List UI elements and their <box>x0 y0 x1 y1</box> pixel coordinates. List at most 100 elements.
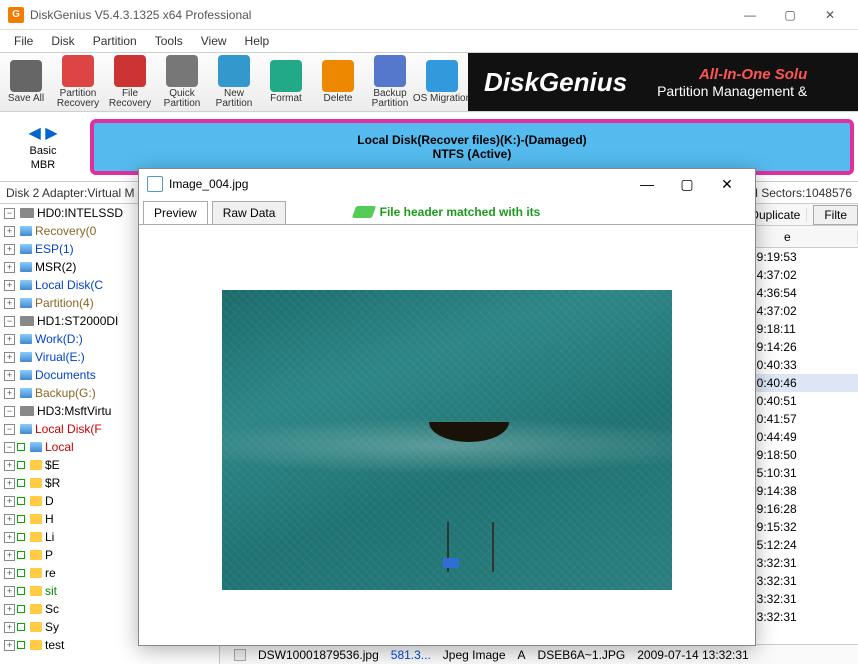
format-button[interactable]: Format <box>260 53 312 111</box>
expander-icon[interactable]: + <box>4 352 15 363</box>
expander-icon[interactable]: + <box>4 388 15 399</box>
expander-icon[interactable]: + <box>4 370 15 381</box>
expander-icon[interactable]: + <box>4 568 15 579</box>
preview-dialog: Image_004.jpg — ▢ ✕ File header matched … <box>138 168 756 646</box>
expander-icon[interactable]: + <box>4 622 15 633</box>
particon-icon <box>30 442 42 452</box>
file-time: 14:36:54 <box>750 286 830 300</box>
expander-icon[interactable]: + <box>4 460 15 471</box>
foldicon-icon <box>30 514 42 524</box>
save-all-button[interactable]: Save All <box>0 53 52 111</box>
minimize-button[interactable]: — <box>730 0 770 30</box>
foldicon-icon <box>30 568 42 578</box>
tree-label: Recovery(0 <box>35 224 96 238</box>
os-migration-icon <box>426 60 458 92</box>
expander-icon[interactable]: + <box>4 586 15 597</box>
sail <box>443 558 459 568</box>
expander-icon[interactable]: + <box>4 298 15 309</box>
tree-label: Partition(4) <box>35 296 94 310</box>
recover-checkbox[interactable] <box>17 623 25 631</box>
recover-checkbox[interactable] <box>17 641 25 649</box>
delete-button[interactable]: Delete <box>312 53 364 111</box>
recover-checkbox[interactable] <box>17 569 25 577</box>
expander-icon[interactable]: + <box>4 514 15 525</box>
expander-icon[interactable]: − <box>4 424 15 435</box>
recover-checkbox[interactable] <box>17 497 25 505</box>
file-time: 09:18:50 <box>750 448 830 462</box>
particon-icon <box>20 370 32 380</box>
expander-icon[interactable]: − <box>4 316 15 327</box>
expander-icon[interactable]: − <box>4 442 15 453</box>
preview-image <box>222 290 672 590</box>
expander-icon[interactable]: + <box>4 604 15 615</box>
os-migration-button[interactable]: OS Migration <box>416 53 468 111</box>
filter-button[interactable]: Filte <box>813 205 858 225</box>
expander-icon[interactable]: + <box>4 334 15 345</box>
file-recovery-button[interactable]: File Recovery <box>104 53 156 111</box>
recover-checkbox[interactable] <box>17 443 25 451</box>
file-time: 10:44:49 <box>750 430 830 444</box>
maximize-button[interactable]: ▢ <box>770 0 810 30</box>
menu-tools[interactable]: Tools <box>147 32 191 50</box>
dialog-minimize-button[interactable]: — <box>627 176 667 192</box>
menu-partition[interactable]: Partition <box>85 32 145 50</box>
tree-label: Work(D:) <box>35 332 83 346</box>
expander-icon[interactable]: + <box>4 496 15 507</box>
column-e[interactable]: e <box>778 230 858 244</box>
foldicon-icon <box>30 640 42 650</box>
expander-icon[interactable]: + <box>4 244 15 255</box>
file-time: 15:12:24 <box>750 538 830 552</box>
brand-tagline-2: Partition Management & <box>657 83 807 99</box>
brand-tagline-1: All-In-One Solu <box>657 66 807 83</box>
menu-file[interactable]: File <box>6 32 41 50</box>
particon-icon <box>20 244 32 254</box>
diskicon-icon <box>20 406 34 416</box>
foldicon-icon <box>30 550 42 560</box>
recover-checkbox[interactable] <box>17 587 25 595</box>
foldicon-icon <box>30 604 42 614</box>
toolbar-label: Save All <box>8 94 44 104</box>
file-time: 09:14:26 <box>750 340 830 354</box>
tree-label: re <box>45 566 56 580</box>
dialog-close-button[interactable]: ✕ <box>707 176 747 193</box>
expander-icon[interactable]: + <box>4 262 15 273</box>
expander-icon[interactable]: + <box>4 280 15 291</box>
menu-disk[interactable]: Disk <box>43 32 82 50</box>
recover-checkbox[interactable] <box>17 551 25 559</box>
menu-help[interactable]: Help <box>237 32 278 50</box>
partition-recovery-button[interactable]: Partition Recovery <box>52 53 104 111</box>
menu-view[interactable]: View <box>193 32 235 50</box>
particon-icon <box>20 280 32 290</box>
disk-type-label: Basic <box>30 145 57 157</box>
close-button[interactable]: ✕ <box>810 0 850 30</box>
expander-icon[interactable]: + <box>4 550 15 561</box>
new-partition-button[interactable]: New Partition <box>208 53 260 111</box>
file-attr: A <box>518 648 526 662</box>
tree-label: P <box>45 548 53 562</box>
expander-icon[interactable]: − <box>4 406 15 417</box>
recover-checkbox[interactable] <box>17 533 25 541</box>
expander-icon[interactable]: + <box>4 640 15 651</box>
expander-icon[interactable]: − <box>4 208 15 219</box>
brand-band: DiskGenius All-In-One Solu Partition Man… <box>468 53 858 111</box>
expander-icon[interactable]: + <box>4 478 15 489</box>
quick-partition-button[interactable]: Quick Partition <box>156 53 208 111</box>
recover-checkbox[interactable] <box>17 605 25 613</box>
tree-label: Documents <box>35 368 96 382</box>
tree-label: HD1:ST2000DI <box>37 314 118 328</box>
nav-arrows-icon[interactable]: ◀ ▶ <box>28 123 57 143</box>
expander-icon[interactable]: + <box>4 532 15 543</box>
partition-bar[interactable]: Local Disk(Recover files)(K:)-(Damaged) … <box>90 119 854 175</box>
toolbar-label: Partition Recovery <box>57 89 99 109</box>
recover-checkbox[interactable] <box>17 461 25 469</box>
backup-partition-icon <box>374 55 406 87</box>
recover-checkbox[interactable] <box>17 479 25 487</box>
expander-icon[interactable]: + <box>4 226 15 237</box>
tree-label: sit <box>45 584 57 598</box>
recover-checkbox[interactable] <box>17 515 25 523</box>
dialog-maximize-button[interactable]: ▢ <box>667 176 707 193</box>
file-name: DSW10001879536.jpg <box>258 648 379 662</box>
dialog-titlebar[interactable]: Image_004.jpg — ▢ ✕ <box>139 169 755 199</box>
preview-area <box>139 225 755 645</box>
backup-partition-button[interactable]: Backup Partition <box>364 53 416 111</box>
